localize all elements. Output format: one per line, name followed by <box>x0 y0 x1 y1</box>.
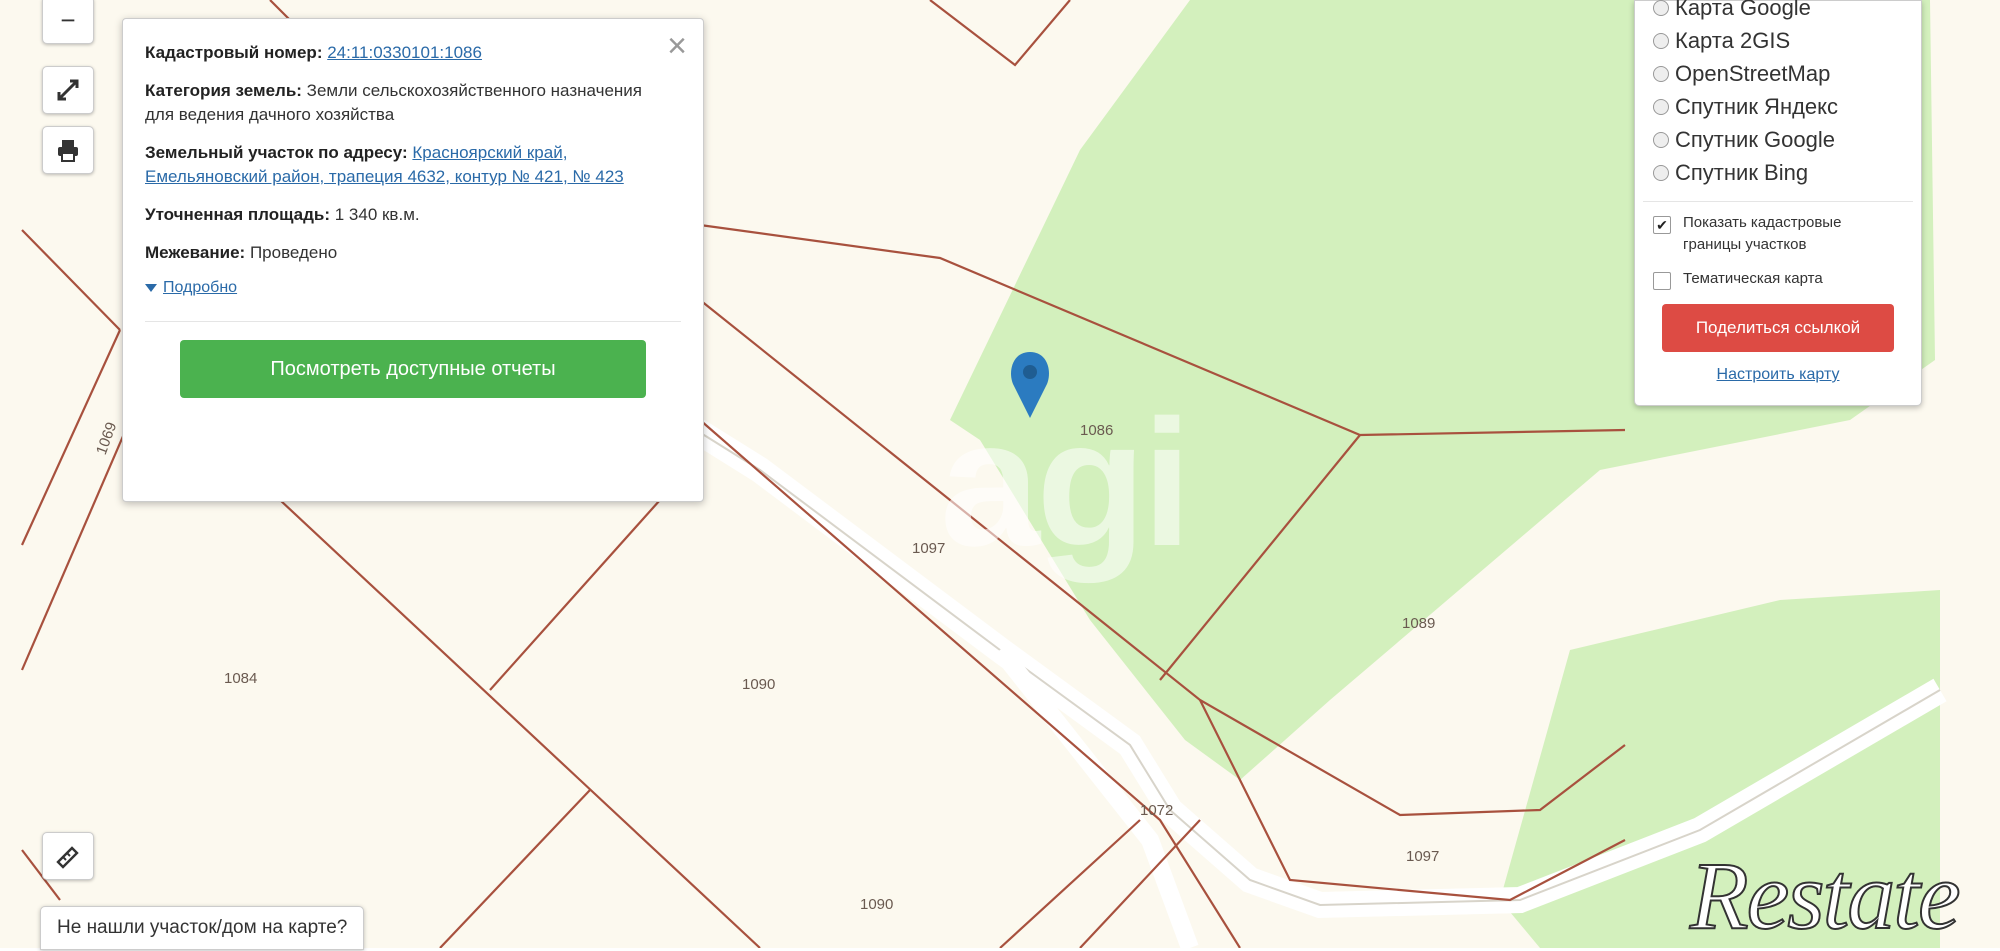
parcel-label: 1072 <box>1140 802 1174 819</box>
parcel-label: 1097 <box>1406 848 1440 865</box>
land-category-row: Категория земель: Земли сельскохозяйстве… <box>145 79 681 127</box>
radio-button[interactable] <box>1653 131 1669 148</box>
expand-icon <box>57 79 79 101</box>
area-label: Уточненная площадь: <box>145 205 330 224</box>
parcel-label: 1086 <box>1080 422 1114 439</box>
close-icon[interactable]: × <box>667 29 687 63</box>
parcel-label: 1090 <box>860 896 894 913</box>
survey-label: Межевание: <box>145 243 246 262</box>
layer-option-label: Спутник Bing <box>1675 159 1809 185</box>
land-category-label: Категория земель: <box>145 81 302 100</box>
layer-option-label: Карта 2GIS <box>1675 27 1791 53</box>
thematic-map-label: Тематическая карта <box>1683 270 1823 287</box>
land-category-value: Земли сельскохозяйственного назначения <box>306 81 642 100</box>
parcel-label: 1097 <box>912 540 946 557</box>
address-row: Земельный участок по адресу: Красноярски… <box>145 141 681 189</box>
fullscreen-button[interactable] <box>42 66 94 114</box>
checkbox[interactable] <box>1653 272 1671 290</box>
survey-value: Проведено <box>249 243 338 262</box>
ruler-button[interactable] <box>42 832 94 880</box>
printer-icon <box>58 140 78 162</box>
not-found-button[interactable]: Не нашли участок/дом на карте? <box>40 906 365 950</box>
view-reports-button[interactable]: Посмотреть доступные отчеты <box>180 340 646 398</box>
layer-option-label: Карта Google <box>1675 0 1811 20</box>
survey-row: Межевание: Проведено <box>145 241 681 265</box>
layer-option-label: Спутник Яндекс <box>1675 93 1839 119</box>
radio-button[interactable] <box>1653 0 1669 16</box>
layer-option[interactable]: Спутник Bing <box>1653 156 1903 189</box>
layer-option[interactable]: OpenStreetMap <box>1653 57 1903 90</box>
parcel-info-popup: × Кадастровый номер: 24:11:0330101:1086 … <box>122 18 704 502</box>
details-toggle[interactable]: Подробно <box>145 279 681 297</box>
layer-option-label: Спутник Google <box>1675 126 1835 152</box>
radio-button[interactable] <box>1653 65 1669 82</box>
checkbox-checked[interactable]: ✔ <box>1653 216 1671 234</box>
area-value: 1 340 кв.м. <box>334 205 420 224</box>
zoom-out-button[interactable]: − <box>42 0 94 44</box>
layer-option[interactable]: Карта Google <box>1653 0 1903 24</box>
share-link-button[interactable]: Поделиться ссылкой <box>1662 304 1894 352</box>
show-borders-label: Показать кадастровые границы участков <box>1683 214 1842 253</box>
radio-button[interactable] <box>1653 32 1669 49</box>
parcel-label: 1084 <box>224 670 258 687</box>
area-row: Уточненная площадь: 1 340 кв.м. <box>145 203 681 227</box>
layer-option[interactable]: Спутник Google <box>1653 123 1903 156</box>
layer-option[interactable]: Спутник Яндекс <box>1653 90 1903 123</box>
radio-button[interactable] <box>1653 164 1669 181</box>
print-button[interactable] <box>42 126 94 174</box>
map-watermark: agi <box>940 383 1192 584</box>
layer-option[interactable]: Карта 2GIS <box>1653 24 1903 57</box>
caret-down-icon <box>145 283 157 292</box>
layers-divider <box>1643 201 1913 202</box>
show-borders-option[interactable]: ✔ Показать кадастровые границы участков <box>1653 212 1903 256</box>
parcel-label: 1089 <box>1402 615 1436 632</box>
cadastral-number-label: Кадастровый номер: <box>145 43 323 62</box>
cadastral-number-link[interactable]: 24:11:0330101:1086 <box>327 43 482 62</box>
cadastral-number-row: Кадастровый номер: 24:11:0330101:1086 <box>145 41 681 65</box>
land-usage-value: для ведения дачного хозяйства <box>145 105 395 124</box>
restate-logo: Restate <box>1689 841 1962 950</box>
parcel-label: 1090 <box>742 676 776 693</box>
layers-panel: Карта Google Карта 2GIS OpenStreetMap Сп… <box>1634 0 1922 406</box>
configure-map-link[interactable]: Настроить карту <box>1653 366 1903 384</box>
address-label: Земельный участок по адресу: <box>145 143 408 162</box>
layer-option-label: OpenStreetMap <box>1675 60 1831 86</box>
thematic-map-option[interactable]: Тематическая карта <box>1653 268 1903 290</box>
details-link[interactable]: Подробно <box>163 279 237 296</box>
ruler-icon <box>56 846 79 869</box>
popup-divider <box>145 321 681 322</box>
radio-button[interactable] <box>1653 98 1669 115</box>
